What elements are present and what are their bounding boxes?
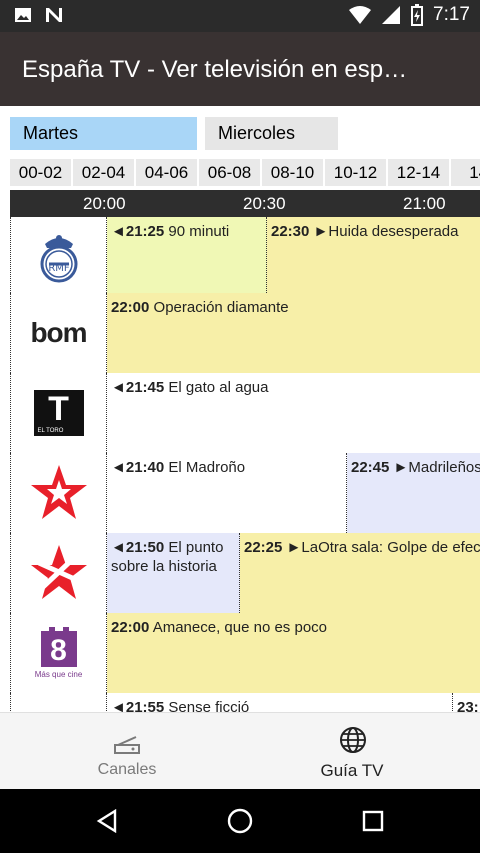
channel-row: ◄21:40 El Madroño 22:45 ►Madrileños: [10, 453, 480, 533]
8madrid-logo: 8: [40, 627, 77, 667]
nav-canales-label: Canales: [97, 761, 157, 778]
range-00-02[interactable]: 00-02: [10, 159, 71, 186]
nav-guia-tv[interactable]: Guía TV: [232, 713, 472, 790]
status-bar: 7:17: [0, 0, 480, 32]
channel-logo-telemadrid[interactable]: [10, 453, 107, 533]
program-cell[interactable]: ◄21:40 El Madroño: [107, 453, 347, 533]
range-12-14[interactable]: 12-14: [388, 159, 449, 186]
program-cell[interactable]: ◄21:25 90 minuti: [107, 217, 267, 297]
channel-row: bom 22:00 Operación diamante: [10, 293, 480, 373]
range-06-08[interactable]: 06-08: [199, 159, 260, 186]
el-toro-logo: T EL TORO: [33, 390, 84, 436]
time-marker: 20:30: [243, 194, 286, 213]
system-navigation-bar: [0, 789, 480, 853]
time-marker: 20:00: [83, 194, 126, 213]
back-icon[interactable]: [95, 809, 119, 833]
tab-martes[interactable]: Martes: [10, 117, 197, 150]
range-14[interactable]: 14-: [451, 159, 480, 186]
channel-row: T EL TORO ◄21:45 El gato al agua: [10, 373, 480, 453]
channel-row: ◄21:50 El punto sobre la historia 22:25 …: [10, 533, 480, 613]
channel-logo-boom[interactable]: bom: [10, 293, 107, 373]
channel-logo-partial[interactable]: [10, 693, 107, 712]
battery-icon: [411, 4, 424, 26]
time-marker: 21:00: [403, 194, 446, 213]
range-08-10[interactable]: 08-10: [262, 159, 323, 186]
channel-row: 8 Más que cine 22:00 Amanece, que no es …: [10, 613, 480, 693]
clock: 7:17: [433, 4, 470, 25]
program-cell[interactable]: 22:25 ►LaOtra sala: Golpe de efecto: [240, 533, 480, 613]
recents-icon[interactable]: [362, 810, 384, 832]
channel-logo-el-toro[interactable]: T EL TORO: [10, 373, 107, 453]
telemadrid-star-icon: [30, 465, 87, 519]
channel-row: ◄21:55 Sense ficció 23:: [10, 693, 480, 712]
program-cell[interactable]: 22:00 Amanece, que no es poco: [107, 613, 480, 693]
program-cell[interactable]: ◄21:50 El punto sobre la historia: [107, 533, 240, 613]
svg-text:RMF: RMF: [48, 263, 70, 274]
program-cell[interactable]: 23:: [453, 693, 480, 712]
time-range-selector: 00-02 02-04 04-06 06-08 08-10 10-12 12-1…: [10, 159, 480, 186]
channel-logo-laotra[interactable]: [10, 533, 107, 613]
boom-logo-text: bom: [30, 317, 87, 348]
program-cell[interactable]: ◄21:45 El gato al agua: [107, 373, 480, 453]
tab-miercoles[interactable]: Miercoles: [205, 117, 338, 150]
nav-guia-tv-label: Guía TV: [320, 761, 384, 780]
channel-row: RMF ◄21:25 90 minuti 22:30 ►Huida desesp…: [10, 217, 480, 297]
app-title: España TV - Ver televisión en esp…: [22, 56, 408, 83]
laotra-star-icon: [30, 545, 87, 599]
nav-canales[interactable]: Canales: [7, 713, 247, 790]
home-icon[interactable]: [227, 808, 253, 834]
epg-grid: RMF ◄21:25 90 minuti 22:30 ►Huida desesp…: [10, 217, 480, 712]
wifi-icon: [349, 6, 372, 24]
program-cell[interactable]: ◄21:55 Sense ficció: [107, 693, 453, 712]
timeline-header: 20:00 20:30 21:00: [10, 190, 480, 217]
real-madrid-crest-icon: RMF: [40, 235, 77, 283]
signal-icon: [382, 6, 401, 24]
image-notification-icon: [15, 8, 31, 22]
router-icon: [114, 736, 140, 754]
range-04-06[interactable]: 04-06: [136, 159, 197, 186]
program-cell[interactable]: 22:30 ►Huida desesperada: [267, 217, 480, 297]
day-tabs: Martes Miercoles: [0, 117, 480, 151]
n-notification-icon: [46, 8, 62, 22]
program-cell[interactable]: 22:00 Operación diamante: [107, 293, 480, 373]
range-10-12[interactable]: 10-12: [325, 159, 386, 186]
globe-icon: [340, 727, 366, 753]
channel-logo-real-madrid[interactable]: RMF: [10, 217, 107, 297]
bottom-navigation: Canales Guía TV: [0, 712, 480, 789]
app-bar: España TV - Ver televisión en esp…: [0, 32, 480, 106]
program-cell[interactable]: 22:45 ►Madrileños: [347, 453, 480, 533]
range-02-04[interactable]: 02-04: [73, 159, 134, 186]
channel-logo-8madrid[interactable]: 8 Más que cine: [10, 613, 107, 693]
